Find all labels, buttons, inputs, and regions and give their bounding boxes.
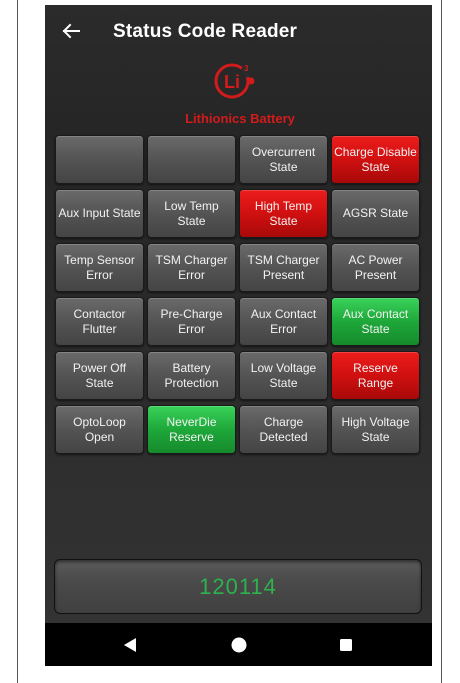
status-tile-reserve-range[interactable]: Reserve Range [331, 351, 420, 400]
status-tile-contactor-flutter[interactable]: Contactor Flutter [55, 297, 144, 346]
triangle-back-icon [124, 638, 136, 652]
status-tile-neverdie-reserve[interactable]: NeverDie Reserve [147, 405, 236, 454]
status-tile-overcurrent-state[interactable]: Overcurrent State [239, 135, 328, 184]
right-frame-line [441, 0, 442, 683]
status-tile-high-voltage-state[interactable]: High Voltage State [331, 405, 420, 454]
status-code-display: 120114 [54, 559, 422, 614]
status-tile-power-off-state[interactable]: Power Off State [55, 351, 144, 400]
status-tile-temp-sensor-error[interactable]: Temp Sensor Error [55, 243, 144, 292]
left-frame-line [17, 0, 18, 683]
nav-recents-button[interactable] [334, 633, 358, 657]
status-tile-high-temp-state[interactable]: High Temp State [239, 189, 328, 238]
status-tile-pre-charge-error[interactable]: Pre-Charge Error [147, 297, 236, 346]
page-title: Status Code Reader [113, 21, 298, 42]
status-tile-aux-contact-error[interactable]: Aux Contact Error [239, 297, 328, 346]
status-tile-low-temp-state[interactable]: Low Temp State [147, 189, 236, 238]
back-button[interactable] [59, 19, 83, 43]
status-tile-ac-power-present[interactable]: AC Power Present [331, 243, 420, 292]
phone-screen: Status Code Reader Li 3 Lithionics Batte… [45, 5, 432, 666]
square-recents-icon [340, 639, 352, 651]
status-tile-low-voltage-state[interactable]: Low Voltage State [239, 351, 328, 400]
status-tile-agsr-state[interactable]: AGSR State [331, 189, 420, 238]
lithionics-logo-icon: Li 3 [214, 63, 255, 99]
brand-logo: Li 3 Lithionics Battery [165, 57, 315, 129]
status-tile-battery-protection[interactable]: Battery Protection [147, 351, 236, 400]
status-tile-tsm-charger-error[interactable]: TSM Charger Error [147, 243, 236, 292]
status-tile-grid: Overcurrent State Charge Disable State A… [55, 135, 421, 454]
app-bar: Status Code Reader [45, 5, 432, 61]
status-tile-charge-disable-state[interactable]: Charge Disable State [331, 135, 420, 184]
nav-back-button[interactable] [118, 633, 142, 657]
status-tile-charge-detected[interactable]: Charge Detected [239, 405, 328, 454]
status-tile-tsm-charger-present[interactable]: TSM Charger Present [239, 243, 328, 292]
nav-home-button[interactable] [227, 633, 251, 657]
status-tile-optoloop-open[interactable]: OptoLoop Open [55, 405, 144, 454]
logo-superscript: 3 [244, 64, 249, 73]
arrow-left-icon [62, 23, 80, 39]
status-tile[interactable] [55, 135, 144, 184]
status-tile-aux-contact-state[interactable]: Aux Contact State [331, 297, 420, 346]
circle-home-icon [231, 637, 247, 653]
logo-mark-text: Li [224, 72, 240, 92]
status-code-value: 120114 [199, 573, 277, 599]
status-tile[interactable] [147, 135, 236, 184]
android-nav-bar [45, 623, 432, 666]
logo-brand-name: Lithionics Battery [185, 111, 295, 126]
status-tile-aux-input-state[interactable]: Aux Input State [55, 189, 144, 238]
